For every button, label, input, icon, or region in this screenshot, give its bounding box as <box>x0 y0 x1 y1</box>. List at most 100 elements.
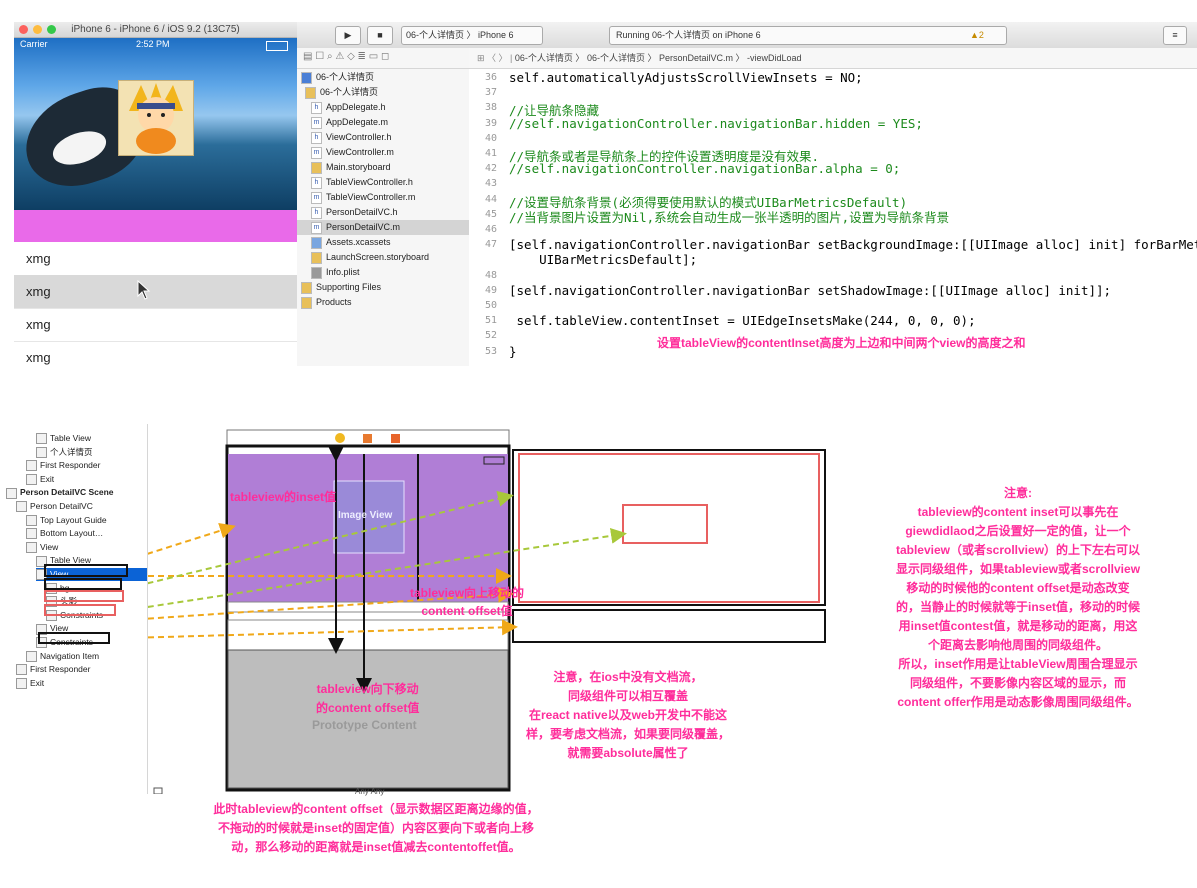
outline-item[interactable]: 个人详情页 <box>36 446 147 459</box>
line-number: 46 <box>484 224 497 235</box>
avatar-illustration <box>129 83 183 154</box>
mouse-cursor-icon <box>137 280 151 300</box>
file-label: Info.plist <box>326 267 360 277</box>
outline-item-icon <box>6 487 17 499</box>
code-line[interactable]: [self.navigationController.navigationBar… <box>509 237 1197 252</box>
file-label: 06-个人详情页 <box>316 72 375 82</box>
code-line[interactable]: //self.navigationController.navigationBa… <box>509 161 900 176</box>
inset-annotation: 设置tableView的contentInset高度为上边和中间两个view的高… <box>657 336 1026 350</box>
jump-bar-item[interactable]: 06-个人详情页 <box>587 53 645 63</box>
scheme-name: 06-个人详情页 <box>406 30 465 40</box>
outline-item[interactable]: View <box>26 541 147 554</box>
file-item[interactable]: 06-个人详情页 <box>297 85 477 100</box>
note-line: 此时tableview的content offset（显示数据区距离边缘的值， <box>213 802 539 816</box>
outline-item-label: First Responder <box>40 460 101 471</box>
outline-item[interactable]: Table View <box>36 432 147 445</box>
file-item[interactable]: Products <box>297 295 473 310</box>
navigator-tab-icons[interactable]: ▤ ☐ ⌕ ⚠ ◇ ≣ ▭ ◻ <box>303 51 389 62</box>
line-number: 51 <box>484 315 497 327</box>
table-row[interactable]: xmg <box>14 341 297 366</box>
file-item[interactable]: h AppDelegate.h <box>297 100 483 115</box>
simulator-title-bar: iPhone 6 - iPhone 6 / iOS 9.2 (13C75) <box>14 22 297 38</box>
outline-item-label: Bottom Layout… <box>40 528 104 539</box>
code-line[interactable]: self.automaticallyAdjustsScrollViewInset… <box>509 70 863 85</box>
m-file-icon: m <box>311 116 322 129</box>
outline-item[interactable]: Exit <box>26 473 147 486</box>
stop-button[interactable]: ■ <box>367 26 393 45</box>
file-item[interactable]: 06-个人详情页 <box>297 70 473 85</box>
file-item[interactable]: Main.storyboard <box>297 160 483 175</box>
outline-item-icon <box>26 650 37 662</box>
run-button[interactable]: ▶ <box>335 26 361 45</box>
m-file-icon: m <box>311 146 322 159</box>
file-item[interactable]: LaunchScreen.storyboard <box>297 250 483 265</box>
note-line: 样，要考虑文档流，如果要同级覆盖， <box>525 727 730 741</box>
code-line[interactable]: self.tableView.contentInset = UIEdgeInse… <box>509 313 976 328</box>
close-icon[interactable] <box>19 25 28 34</box>
jump-bar-item[interactable]: 06-个人详情页 <box>515 53 573 63</box>
file-label: Main.storyboard <box>326 162 391 172</box>
table-row[interactable]: xmg <box>14 275 297 309</box>
code-line[interactable]: [self.navigationController.navigationBar… <box>509 283 1111 298</box>
minimize-icon[interactable] <box>33 25 42 34</box>
outline-item-label: Person DetailVC <box>30 501 93 511</box>
outline-item-label: Navigation Item <box>40 650 100 661</box>
nav-arrows-icon[interactable]: ⊞ 〈 〉 | <box>469 53 512 63</box>
right-note-title: 注意: <box>1004 486 1032 500</box>
line-number: 37 <box>484 87 497 99</box>
storyboard-canvas: Image View Prototype Content Any Any tab… <box>148 424 1197 796</box>
outline-item-icon <box>26 460 37 472</box>
note-line: giewdidlaod之后设置好一定的值，让一个 <box>905 524 1131 538</box>
outline-item[interactable]: Person DetailVC <box>16 500 147 513</box>
header-background-image <box>14 38 297 210</box>
outline-item-icon <box>36 446 47 458</box>
outline-item[interactable]: Bottom Layout… <box>26 527 147 540</box>
file-item[interactable]: h ViewController.h <box>297 130 483 145</box>
note-line: 注意，在ios中没有文档流， <box>553 670 703 684</box>
activity-status: Running 06-个人详情页 on iPhone 6 ▲2 <box>609 26 1007 45</box>
outline-item-label: First Responder <box>30 664 91 675</box>
file-item[interactable]: m TableViewController.m <box>297 190 483 205</box>
code-line[interactable]: //self.navigationController.navigationBa… <box>509 116 923 131</box>
code-line[interactable]: UIBarMetricsDefault]; <box>509 252 697 267</box>
note-line: 个距离去影响他周围的同级组件。 <box>927 638 1108 652</box>
status-bar: Carrier 2:52 PM <box>14 38 297 51</box>
file-label: Products <box>316 297 352 307</box>
note-line: 不拖动的时候就是inset的固定值）内容区要向下或者向上移 <box>217 821 534 835</box>
outline-item[interactable]: First Responder <box>26 459 147 472</box>
zoom-icon[interactable] <box>47 25 56 34</box>
file-item[interactable]: Info.plist <box>297 265 483 280</box>
run-status-text: Running 06-个人详情页 on iPhone 6 <box>616 30 761 40</box>
outline-item-icon <box>26 542 37 554</box>
note-line: 动，那么移动的距离就是inset值减去contentoffet值。 <box>231 840 521 854</box>
outline-item[interactable]: Navigation Item <box>26 650 147 663</box>
file-item[interactable]: m AppDelegate.m <box>297 115 483 130</box>
jump-bar-item[interactable]: -viewDidLoad <box>747 53 802 63</box>
file-item[interactable]: m PersonDetailVC.m <box>297 220 483 235</box>
note-line: 显示同级组件，如果tableview或者scrollview <box>895 562 1141 576</box>
file-label: Supporting Files <box>316 282 382 292</box>
warning-icon[interactable]: ▲2 <box>970 27 984 44</box>
file-item[interactable]: m ViewController.m <box>297 145 483 160</box>
scheme-selector[interactable]: 06-个人详情页 〉 iPhone 6 <box>401 26 543 45</box>
outline-item[interactable]: Exit <box>16 677 147 690</box>
orange-dashed-arrow <box>148 523 236 555</box>
outline-item[interactable]: Top Layout Guide <box>26 514 147 527</box>
file-item[interactable]: h TableViewController.h <box>297 175 483 190</box>
table-row[interactable]: xmg <box>14 242 297 276</box>
editor-standard-button[interactable]: ≡ <box>1163 26 1187 45</box>
outline-item[interactable]: Person DetailVC Scene <box>6 486 147 499</box>
code-editor[interactable]: ⊞ 〈 〉 | 06-个人详情页 〉 06-个人详情页 〉 PersonDeta… <box>469 48 1197 366</box>
file-item[interactable]: h PersonDetailVC.h <box>297 205 483 220</box>
line-number: 49 <box>484 284 497 296</box>
file-item[interactable]: Supporting Files <box>297 280 473 295</box>
table-row[interactable]: xmg <box>14 308 297 342</box>
code-line[interactable]: } <box>509 344 517 359</box>
code-line[interactable]: //当背景图片设置为Nil,系统会自动生成一张半透明的图片,设置为导航条背景 <box>509 207 949 226</box>
jump-bar-item[interactable]: PersonDetailVC.m <box>659 53 733 63</box>
m-file-icon: m <box>311 221 322 234</box>
file-item[interactable]: Assets.xcassets <box>297 235 483 250</box>
outline-item[interactable]: First Responder <box>16 663 147 676</box>
inset-label: tableview的inset值 <box>230 490 337 504</box>
xcode-toolbar: ▶ ■ 06-个人详情页 〉 iPhone 6 Running 06-个人详情页… <box>297 22 1197 49</box>
